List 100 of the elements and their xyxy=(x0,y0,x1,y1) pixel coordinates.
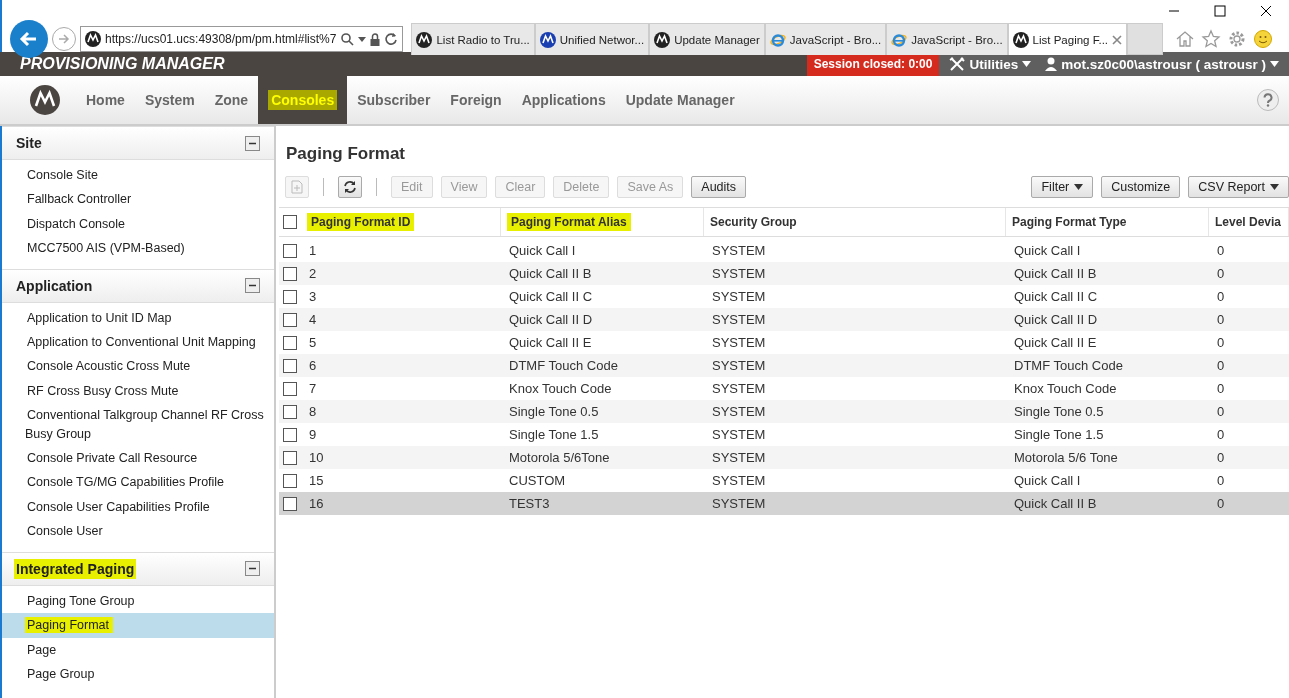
sidebar-item[interactable]: Paging Format xyxy=(2,613,274,638)
section-header[interactable]: Site xyxy=(2,126,274,160)
table-cell-text: TEST3 xyxy=(508,496,551,511)
tools-icon xyxy=(949,57,966,71)
help-button[interactable] xyxy=(1257,89,1279,111)
column-header[interactable]: Security Group xyxy=(704,208,1006,236)
row-checkbox[interactable] xyxy=(283,450,297,465)
column-header[interactable]: Level Devia xyxy=(1209,208,1289,236)
table-row[interactable]: 10 Motorola 5/6Tone SYSTEM Motorola 5/6 Tone 0 xyxy=(279,446,1289,469)
nav-tab[interactable]: Update Manager xyxy=(615,76,745,124)
row-checkbox[interactable] xyxy=(283,473,297,488)
nav-tab[interactable]: Home xyxy=(76,76,135,124)
address-field[interactable]: https://ucs01.ucs:49308/pm/pm.html#list%7 xyxy=(80,26,404,52)
row-checkbox[interactable] xyxy=(283,358,297,373)
collapse-icon[interactable] xyxy=(245,135,260,151)
browser-tab[interactable]: List Radio to Tru... xyxy=(411,23,535,55)
browser-tab[interactable]: Update Manager xyxy=(649,23,765,55)
table-row[interactable]: 1 Quick Call I SYSTEM Quick Call I 0 xyxy=(279,239,1289,262)
sidebar-item[interactable]: Console Acoustic Cross Mute xyxy=(2,354,274,379)
column-header[interactable]: Paging Format Alias xyxy=(501,208,704,236)
row-checkbox[interactable] xyxy=(283,243,297,258)
dropdown-button[interactable]: CSV Report xyxy=(1188,176,1289,198)
table-row[interactable]: 6 DTMF Touch Code SYSTEM DTMF Touch Code 0 xyxy=(279,354,1289,377)
sidebar-item[interactable]: Page Group xyxy=(2,661,274,687)
sidebar-item[interactable]: Page xyxy=(2,637,274,662)
browser-tab[interactable]: List Paging F... xyxy=(1007,23,1128,55)
table-row[interactable]: 15 CUSTOM SYSTEM Quick Call I 0 xyxy=(279,469,1289,492)
table-cell-text: SYSTEM xyxy=(711,266,767,281)
search-icon[interactable] xyxy=(340,32,355,46)
refresh-button[interactable] xyxy=(338,176,362,198)
table-cell-text: 0 xyxy=(1216,312,1226,327)
sidebar-item[interactable]: Console Private Call Resource xyxy=(2,446,274,471)
table-row[interactable]: 9 Single Tone 1.5 SYSTEM Single Tone 1.5 0 xyxy=(279,423,1289,446)
sidebar-item[interactable]: Console User xyxy=(2,519,274,544)
user-menu[interactable]: mot.sz0c00\astrousr ( astrousr ) xyxy=(1041,56,1283,72)
refresh-icon[interactable] xyxy=(384,32,399,46)
column-header[interactable]: Paging Format ID xyxy=(301,208,501,236)
row-checkbox[interactable] xyxy=(283,496,297,511)
table-cell-text: 0 xyxy=(1216,450,1226,465)
star-icon[interactable] xyxy=(1201,29,1222,49)
utilities-menu[interactable]: Utilities xyxy=(945,56,1036,72)
table-cell-text: SYSTEM xyxy=(711,358,767,373)
row-checkbox[interactable] xyxy=(283,404,297,419)
sidebar-item[interactable]: Console Site xyxy=(2,163,274,188)
table-cell-text: 10 xyxy=(308,450,325,465)
row-checkbox[interactable] xyxy=(283,381,297,396)
sidebar-item[interactable]: Conventional Talkgroup Channel RF Cross Busy Group xyxy=(2,403,274,447)
browser-tab[interactable]: JavaScript - Bro... xyxy=(764,23,887,55)
nav-tab[interactable]: System xyxy=(134,76,205,124)
row-checkbox[interactable] xyxy=(283,312,297,327)
table-row[interactable]: 16 TEST3 SYSTEM Quick Call II B 0 xyxy=(279,492,1289,515)
table-cell-text: 0 xyxy=(1216,289,1226,304)
sidebar-item[interactable]: Application to Conventional Unit Mapping xyxy=(2,330,274,355)
browser-tab[interactable]: Unified Networ... xyxy=(534,23,650,55)
sidebar-item[interactable]: MCC7500 AIS (VPM-Based) xyxy=(2,236,274,261)
row-checkbox[interactable] xyxy=(283,266,297,281)
smiley-icon[interactable] xyxy=(1253,29,1274,49)
table-row[interactable]: 4 Quick Call II D SYSTEM Quick Call II D 0 xyxy=(279,308,1289,331)
motorola-logo-icon xyxy=(654,31,671,48)
table-cell-text: Knox Touch Code xyxy=(508,381,613,396)
table-cell-text: SYSTEM xyxy=(711,427,767,442)
sidebar-item[interactable]: Application to Unit ID Map xyxy=(2,305,274,331)
sidebar-item[interactable]: Console TG/MG Capabilities Profile xyxy=(2,470,274,495)
back-button[interactable] xyxy=(10,20,48,58)
nav-tab[interactable]: Subscriber xyxy=(347,76,441,124)
toolbar-button[interactable]: Customize xyxy=(1101,176,1181,198)
browser-tab[interactable]: JavaScript - Bro... xyxy=(886,23,1008,55)
dropdown-button[interactable]: Filter xyxy=(1031,176,1094,198)
toolbar-button[interactable]: Audits xyxy=(691,176,747,198)
nav-tab[interactable]: Zone xyxy=(204,76,259,124)
sidebar-item[interactable]: Dispatch Console xyxy=(2,211,274,237)
close-tab-icon[interactable] xyxy=(1112,34,1123,45)
table-cell-text: 0 xyxy=(1216,335,1226,350)
table-cell-text: SYSTEM xyxy=(711,381,767,396)
row-checkbox[interactable] xyxy=(283,335,297,350)
table-cell-text: 0 xyxy=(1216,358,1226,373)
column-header[interactable]: Paging Format Type xyxy=(1006,208,1209,236)
nav-tab[interactable]: Applications xyxy=(511,76,616,124)
table-cell-text: Quick Call I xyxy=(508,243,577,258)
home-icon[interactable] xyxy=(1175,29,1196,49)
table-row[interactable]: 8 Single Tone 0.5 SYSTEM Single Tone 0.5 0 xyxy=(279,400,1289,423)
table-row[interactable]: 7 Knox Touch Code SYSTEM Knox Touch Code 0 xyxy=(279,377,1289,400)
table-cell-text: DTMF Touch Code xyxy=(1013,358,1124,373)
collapse-icon[interactable] xyxy=(245,278,260,294)
sidebar-item[interactable]: Fallback Controller xyxy=(2,187,274,212)
select-all-checkbox[interactable] xyxy=(283,215,297,229)
table-row[interactable]: 2 Quick Call II B SYSTEM Quick Call II B 0 xyxy=(279,262,1289,285)
section-header[interactable]: Application xyxy=(2,268,274,303)
section-header[interactable]: Integrated Paging xyxy=(2,551,274,586)
row-checkbox[interactable] xyxy=(283,289,297,304)
collapse-icon[interactable] xyxy=(245,561,260,577)
sidebar-item[interactable]: RF Cross Busy Cross Mute xyxy=(2,378,274,404)
table-row[interactable]: 5 Quick Call II E SYSTEM Quick Call II E 0 xyxy=(279,331,1289,354)
sidebar-item[interactable]: Paging Tone Group xyxy=(2,588,274,614)
table-row[interactable]: 3 Quick Call II C SYSTEM Quick Call II C 0 xyxy=(279,285,1289,308)
caret-icon[interactable] xyxy=(358,36,367,42)
sidebar-item[interactable]: Console User Capabilities Profile xyxy=(2,494,274,520)
nav-tab[interactable]: Foreign xyxy=(440,76,512,124)
table-cell-text: Knox Touch Code xyxy=(1013,381,1118,396)
row-checkbox[interactable] xyxy=(283,427,297,442)
